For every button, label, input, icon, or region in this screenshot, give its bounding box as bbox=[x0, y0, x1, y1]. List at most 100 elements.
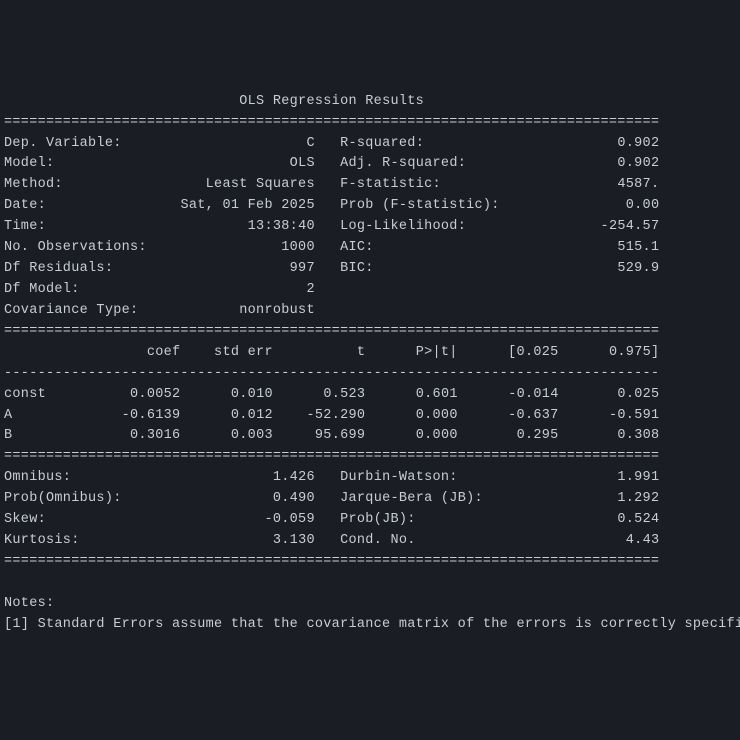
jb-value: 1.292 bbox=[617, 491, 659, 506]
rule-double: ========================================… bbox=[4, 554, 659, 569]
skew-value: -0.059 bbox=[264, 512, 314, 527]
row-ci-low: -0.014 bbox=[508, 387, 558, 402]
df-model-value: 2 bbox=[306, 282, 314, 297]
prob-f-label: Prob (F-statistic): bbox=[340, 198, 500, 213]
row-method: Method: Least Squares F-statistic: 4587. bbox=[4, 177, 659, 192]
row-ci-high: -0.591 bbox=[609, 408, 659, 423]
row-name: B bbox=[4, 428, 12, 443]
coef-header-row: coef std err t P>|t| [0.025 0.975] bbox=[4, 345, 659, 360]
header-std-err: std err bbox=[214, 345, 273, 360]
row-date: Date: Sat, 01 Feb 2025 Prob (F-statistic… bbox=[4, 198, 659, 213]
row-name: const bbox=[4, 387, 46, 402]
row-model: Model: OLS Adj. R-squared: 0.902 bbox=[4, 156, 659, 171]
prob-f-value: 0.00 bbox=[626, 198, 660, 213]
row-skew: Skew: -0.059 Prob(JB): 0.524 bbox=[4, 512, 659, 527]
aic-label: AIC: bbox=[340, 240, 374, 255]
rule-double: ========================================… bbox=[4, 115, 659, 130]
omnibus-label: Omnibus: bbox=[4, 470, 71, 485]
kurtosis-label: Kurtosis: bbox=[4, 533, 80, 548]
row-kurtosis: Kurtosis: 3.130 Cond. No. 4.43 bbox=[4, 533, 659, 548]
method-value: Least Squares bbox=[206, 177, 315, 192]
row-t: 95.699 bbox=[315, 428, 365, 443]
loglik-label: Log-Likelihood: bbox=[340, 219, 466, 234]
f-stat-value: 4587. bbox=[617, 177, 659, 192]
prob-jb-value: 0.524 bbox=[617, 512, 659, 527]
prob-omnibus-label: Prob(Omnibus): bbox=[4, 491, 122, 506]
jb-label: Jarque-Bera (JB): bbox=[340, 491, 483, 506]
cond-no-value: 4.43 bbox=[626, 533, 660, 548]
nobs-value: 1000 bbox=[281, 240, 315, 255]
title-line: OLS Regression Results bbox=[4, 94, 659, 109]
dep-variable-label: Dep. Variable: bbox=[4, 136, 122, 151]
coef-row-const: const 0.0052 0.010 0.523 0.601 -0.014 0.… bbox=[4, 387, 659, 402]
row-std-err: 0.010 bbox=[231, 387, 273, 402]
time-label: Time: bbox=[4, 219, 46, 234]
row-t: -52.290 bbox=[306, 408, 365, 423]
bic-value: 529.9 bbox=[617, 261, 659, 276]
row-coef: 0.3016 bbox=[130, 428, 180, 443]
prob-omnibus-value: 0.490 bbox=[273, 491, 315, 506]
adj-r-squared-value: 0.902 bbox=[617, 156, 659, 171]
row-ci-low: 0.295 bbox=[517, 428, 559, 443]
nobs-label: No. Observations: bbox=[4, 240, 147, 255]
aic-value: 515.1 bbox=[617, 240, 659, 255]
row-coef: -0.6139 bbox=[122, 408, 181, 423]
row-t: 0.523 bbox=[323, 387, 365, 402]
notes-line-1: [1] Standard Errors assume that the cova… bbox=[4, 617, 740, 632]
row-nobs: No. Observations: 1000 AIC: 515.1 bbox=[4, 240, 659, 255]
row-p: 0.000 bbox=[416, 428, 458, 443]
cov-type-value: nonrobust bbox=[239, 303, 315, 318]
header-p: P>|t| bbox=[416, 345, 458, 360]
title: OLS Regression Results bbox=[239, 94, 424, 109]
row-name: A bbox=[4, 408, 12, 423]
row-p: 0.000 bbox=[416, 408, 458, 423]
model-value: OLS bbox=[290, 156, 315, 171]
row-ci-low: -0.637 bbox=[508, 408, 558, 423]
df-model-label: Df Model: bbox=[4, 282, 80, 297]
row-cov-type: Covariance Type: nonrobust bbox=[4, 303, 659, 318]
loglik-value: -254.57 bbox=[601, 219, 660, 234]
method-label: Method: bbox=[4, 177, 63, 192]
dw-value: 1.991 bbox=[617, 470, 659, 485]
cond-no-label: Cond. No. bbox=[340, 533, 416, 548]
row-omnibus: Omnibus: 1.426 Durbin-Watson: 1.991 bbox=[4, 470, 659, 485]
prob-jb-label: Prob(JB): bbox=[340, 512, 416, 527]
row-ci-high: 0.308 bbox=[617, 428, 659, 443]
date-value: Sat, 01 Feb 2025 bbox=[180, 198, 314, 213]
header-ci-low: [0.025 bbox=[508, 345, 558, 360]
header-ci-high: 0.975] bbox=[609, 345, 659, 360]
rule-double: ========================================… bbox=[4, 449, 659, 464]
row-df-model: Df Model: 2 bbox=[4, 282, 659, 297]
rule-single: ----------------------------------------… bbox=[4, 366, 659, 381]
header-coef: coef bbox=[147, 345, 181, 360]
bic-label: BIC: bbox=[340, 261, 374, 276]
coef-row-a: A -0.6139 0.012 -52.290 0.000 -0.637 -0.… bbox=[4, 408, 659, 423]
row-prob-omnibus: Prob(Omnibus): 0.490 Jarque-Bera (JB): 1… bbox=[4, 491, 659, 506]
r-squared-value: 0.902 bbox=[617, 136, 659, 151]
row-ci-high: 0.025 bbox=[617, 387, 659, 402]
omnibus-value: 1.426 bbox=[273, 470, 315, 485]
row-p: 0.601 bbox=[416, 387, 458, 402]
header-t: t bbox=[357, 345, 365, 360]
date-label: Date: bbox=[4, 198, 46, 213]
kurtosis-value: 3.130 bbox=[273, 533, 315, 548]
regression-output: OLS Regression Results =================… bbox=[4, 92, 736, 636]
time-value: 13:38:40 bbox=[248, 219, 315, 234]
r-squared-label: R-squared: bbox=[340, 136, 424, 151]
dep-variable-value: C bbox=[306, 136, 314, 151]
adj-r-squared-label: Adj. R-squared: bbox=[340, 156, 466, 171]
df-resid-label: Df Residuals: bbox=[4, 261, 113, 276]
row-std-err: 0.012 bbox=[231, 408, 273, 423]
coef-row-b: B 0.3016 0.003 95.699 0.000 0.295 0.308 bbox=[4, 428, 659, 443]
skew-label: Skew: bbox=[4, 512, 46, 527]
row-coef: 0.0052 bbox=[130, 387, 180, 402]
row-df-resid: Df Residuals: 997 BIC: 529.9 bbox=[4, 261, 659, 276]
dw-label: Durbin-Watson: bbox=[340, 470, 458, 485]
row-dep-variable: Dep. Variable: C R-squared: 0.902 bbox=[4, 136, 659, 151]
model-label: Model: bbox=[4, 156, 54, 171]
row-std-err: 0.003 bbox=[231, 428, 273, 443]
rule-double: ========================================… bbox=[4, 324, 659, 339]
df-resid-value: 997 bbox=[290, 261, 315, 276]
row-time: Time: 13:38:40 Log-Likelihood: -254.57 bbox=[4, 219, 659, 234]
notes-header: Notes: bbox=[4, 596, 54, 611]
